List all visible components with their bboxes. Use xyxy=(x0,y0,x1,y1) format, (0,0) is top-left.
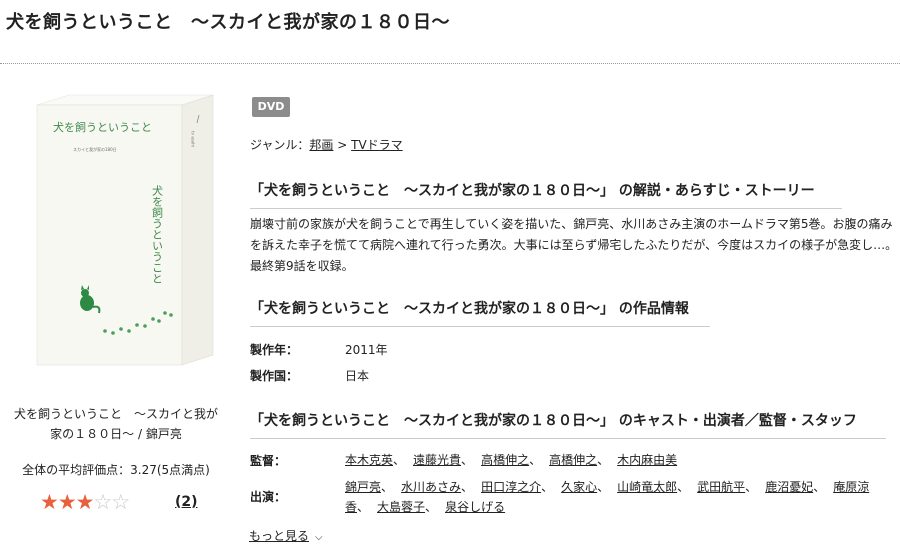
director-link[interactable]: 高橋伸之 xyxy=(549,453,597,467)
info-heading: 「犬を飼うということ 〜スカイと我が家の１８０日〜」 の作品情報 xyxy=(250,298,710,327)
production-country-value: 日本 xyxy=(345,369,370,383)
genre-separator: > xyxy=(333,138,352,152)
average-rating-text: 全体の平均評価点：3.27(5点満点) xyxy=(22,463,210,477)
production-year-value: 2011年 xyxy=(345,343,388,357)
star-empty-icon: ☆ xyxy=(93,490,112,514)
genre-link-houga[interactable]: 邦画 xyxy=(309,138,333,152)
cast-link[interactable]: 鹿沼憂妃 xyxy=(765,480,813,494)
show-more-label: もっと見る xyxy=(249,529,310,543)
cover-vertical-title: 犬を飼うということ xyxy=(151,184,164,284)
title-divider xyxy=(0,63,900,64)
director-link[interactable]: 本木克英 xyxy=(345,453,393,467)
production-country-label: 製作国： xyxy=(250,369,299,383)
cast-list: 錦戸亮、 水川あさみ、 田口淳之介、 久家心、 山崎竜太郎、 武田航平、 鹿沼憂妃、 庵原涼香… xyxy=(345,480,870,514)
director-label: 監督： xyxy=(250,454,287,468)
production-year-label: 製作年： xyxy=(250,343,299,357)
synopsis-heading: 「犬を飼うということ 〜スカイと我が家の１８０日〜」 の解説・あらすじ・ストーリ… xyxy=(250,180,842,209)
chevron-down-icon: ⌵ xyxy=(315,532,323,543)
cast-heading: 「犬を飼うということ 〜スカイと我が家の１８０日〜」 のキャスト・出演者／監督・… xyxy=(250,410,886,439)
cast-link[interactable]: 久家心 xyxy=(561,480,597,494)
cover-brand: tv asahi xyxy=(191,131,196,147)
genre-breadcrumb: ジャンル：邦画 > TVドラマ xyxy=(250,136,403,153)
star-filled-icon: ★ xyxy=(57,490,77,514)
cast-link[interactable]: 山崎竜太郎 xyxy=(617,480,677,494)
product-name: 犬を飼うということ 〜スカイと我が家の１８０日〜 / 錦戸亮 xyxy=(13,407,218,441)
cast-link[interactable]: 大島蓉子 xyxy=(377,500,425,514)
cast-link[interactable]: 田口淳之介 xyxy=(481,480,541,494)
cover-title-text: 犬を飼うということ xyxy=(53,120,152,134)
cast-link[interactable]: 泉谷しげる xyxy=(445,500,505,514)
director-link[interactable]: 遠藤光貴 xyxy=(413,453,461,467)
cover-subtitle-text: スカイと我が家の180日 xyxy=(73,146,117,152)
product-cover-image[interactable]: 犬を飼うということ スカイと我が家の180日 犬を飼うということ tv asah… xyxy=(17,93,214,370)
cast-link[interactable]: 錦戸亮 xyxy=(345,480,381,494)
star-rating: ★★★☆☆ xyxy=(40,490,130,514)
show-more-link[interactable]: もっと見る ⌵ xyxy=(249,527,323,544)
genre-label: ジャンル： xyxy=(250,138,310,152)
star-filled-icon: ★ xyxy=(75,490,95,514)
cast-link[interactable]: 武田航平 xyxy=(697,480,745,494)
format-badge: DVD xyxy=(252,97,290,117)
cast-link[interactable]: 水川あさみ xyxy=(401,480,461,494)
star-filled-icon: ★ xyxy=(40,490,59,514)
director-list: 本木克英、 遠藤光貴、 高橋伸之、 高橋伸之、 木内麻由美 xyxy=(345,453,678,467)
synopsis-text: 崩壊寸前の家族が犬を飼うことで再生していく姿を描いた、錦戸亮、水川あさみ主演のホ… xyxy=(250,217,898,273)
review-count-link[interactable]: (2) xyxy=(175,494,198,510)
genre-link-tv-drama[interactable]: TVドラマ xyxy=(351,138,403,152)
director-link[interactable]: 木内麻由美 xyxy=(617,453,677,467)
page-title: 犬を飼うということ 〜スカイと我が家の１８０日〜 xyxy=(6,12,450,33)
star-empty-icon: ☆ xyxy=(111,490,130,514)
director-link[interactable]: 高橋伸之 xyxy=(481,453,529,467)
cast-label: 出演： xyxy=(250,490,287,504)
